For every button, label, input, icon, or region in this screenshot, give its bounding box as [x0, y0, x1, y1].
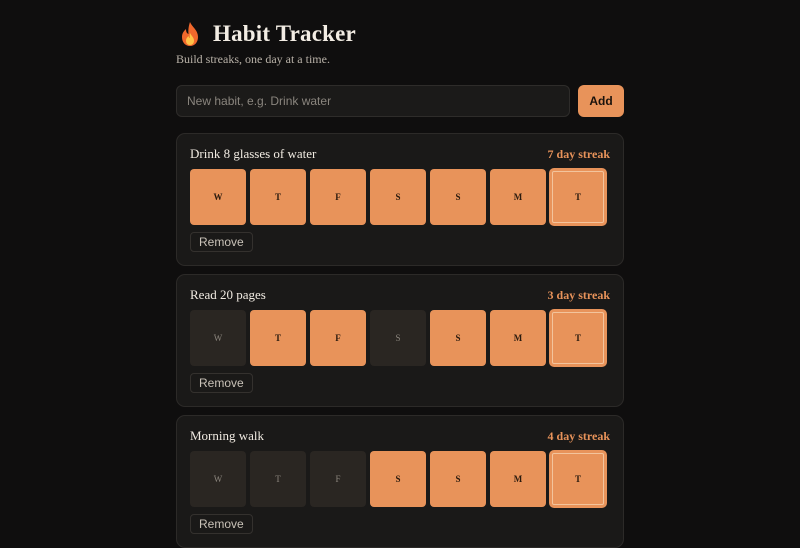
- day-toggle[interactable]: S: [370, 451, 426, 507]
- habit-card: Read 20 pages 3 day streak W T F S S M T Remove: [176, 274, 624, 407]
- day-toggle[interactable]: T: [250, 310, 306, 366]
- habit-card: Morning walk 4 day streak W T F S S M T Remove: [176, 415, 624, 548]
- new-habit-input[interactable]: [176, 85, 570, 117]
- remove-habit-button[interactable]: Remove: [190, 514, 253, 534]
- habit-card: Drink 8 glasses of water 7 day streak W T F S…: [176, 133, 624, 266]
- day-toggle[interactable]: T: [250, 169, 306, 225]
- page-title: Habit Tracker: [213, 21, 356, 46]
- day-toggle[interactable]: S: [370, 310, 426, 366]
- day-toggle[interactable]: W: [190, 169, 246, 225]
- habit-list: Drink 8 glasses of water 7 day streak W T F S…: [176, 133, 624, 548]
- app-container: Habit Tracker Build streaks, one day at …: [176, 0, 624, 548]
- app-header: Habit Tracker: [176, 20, 624, 48]
- streak-label: 7 day streak: [547, 146, 610, 161]
- day-toggle[interactable]: F: [310, 310, 366, 366]
- day-toggle[interactable]: S: [430, 169, 486, 225]
- habit-name: Morning walk: [190, 428, 265, 443]
- habit-card-header: Read 20 pages 3 day streak: [190, 287, 610, 303]
- day-toggle[interactable]: S: [370, 169, 426, 225]
- habit-card-header: Drink 8 glasses of water 7 day streak: [190, 146, 610, 162]
- day-toggle[interactable]: F: [310, 169, 366, 225]
- day-toggle[interactable]: W: [190, 310, 246, 366]
- day-toggle[interactable]: F: [310, 451, 366, 507]
- remove-habit-button[interactable]: Remove: [190, 232, 253, 252]
- day-toggle[interactable]: S: [430, 310, 486, 366]
- day-grid: WTFSSMT: [190, 169, 610, 225]
- day-toggle-today[interactable]: T: [550, 451, 606, 507]
- day-toggle[interactable]: T: [250, 451, 306, 507]
- flame-icon: [182, 22, 198, 46]
- day-toggle-today[interactable]: T: [550, 169, 606, 225]
- remove-habit-button[interactable]: Remove: [190, 373, 253, 393]
- streak-label: 4 day streak: [547, 428, 610, 443]
- day-toggle[interactable]: M: [490, 451, 546, 507]
- streak-label: 3 day streak: [547, 287, 610, 302]
- page-subtitle: Build streaks, one day at a time.: [176, 52, 330, 66]
- habit-name: Drink 8 glasses of water: [190, 146, 317, 161]
- habit-card-header: Morning walk 4 day streak: [190, 428, 610, 444]
- day-toggle[interactable]: M: [490, 169, 546, 225]
- add-habit-button[interactable]: Add: [578, 85, 624, 117]
- day-toggle[interactable]: W: [190, 451, 246, 507]
- day-toggle[interactable]: S: [430, 451, 486, 507]
- day-toggle-today[interactable]: T: [550, 310, 606, 366]
- day-grid: WTFSSMT: [190, 310, 610, 366]
- habit-name: Read 20 pages: [190, 287, 266, 302]
- add-habit-form: Add: [176, 85, 624, 117]
- day-toggle[interactable]: M: [490, 310, 546, 366]
- day-grid: WTFSSMT: [190, 451, 610, 507]
